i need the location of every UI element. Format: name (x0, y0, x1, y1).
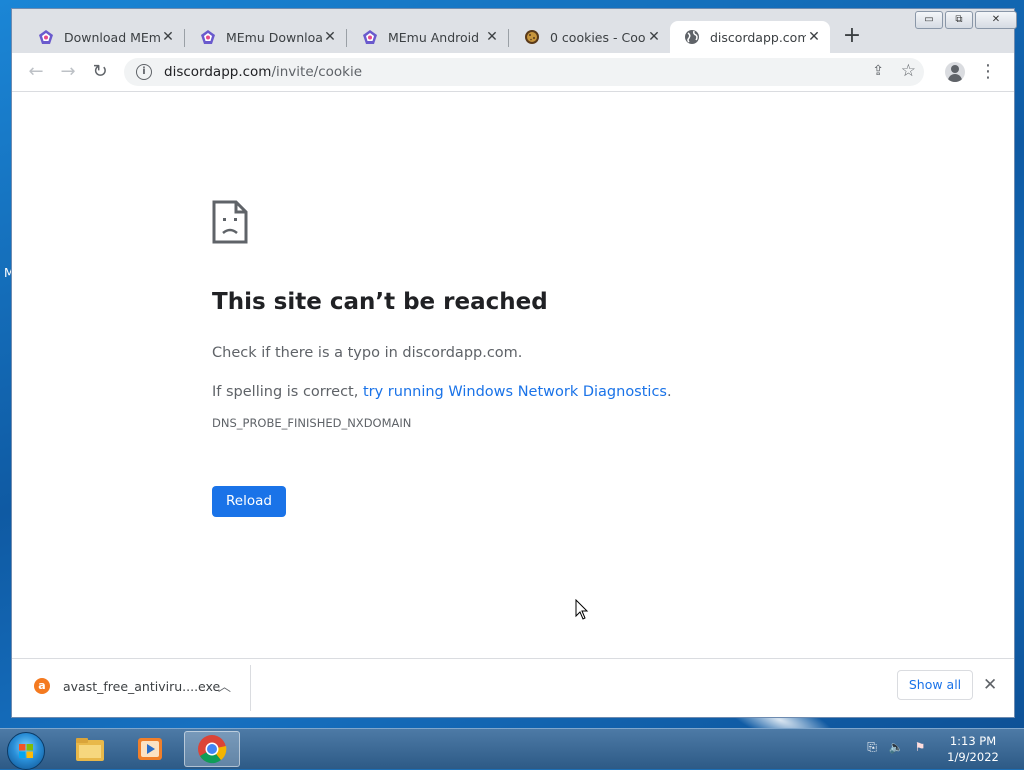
tab-strip: Download MEmu ✕ MEmu Download ✕ MEmu And… (12, 9, 1017, 57)
tab-title: MEmu Download (226, 29, 322, 45)
url-text[interactable]: discordapp.com/invite/cookie (164, 64, 362, 80)
mouse-cursor-icon (575, 599, 589, 620)
shelf-divider (250, 665, 251, 711)
diagnostics-suffix: . (666, 384, 672, 400)
network-diagnostics-link[interactable]: try running Windows Network Diagnostics (363, 384, 667, 400)
action-center-flag-icon[interactable]: ⚑ (912, 739, 928, 755)
volume-icon[interactable]: 🔈 (888, 739, 904, 755)
start-button[interactable] (7, 732, 45, 770)
taskbar-clock[interactable]: 1:13 PM 1/9/2022 (940, 733, 1006, 765)
download-shelf: a avast_free_antiviru....exe ︿ Show all … (12, 658, 1014, 717)
tab-memu-download[interactable]: MEmu Download ✕ (186, 21, 346, 53)
download-file-name: avast_free_antiviru....exe (63, 679, 221, 694)
show-all-downloads-button[interactable]: Show all (897, 670, 973, 700)
taskbar-explorer-button[interactable] (62, 731, 118, 767)
taskbar-chrome-button[interactable] (184, 731, 240, 767)
system-tray: ⎘ 🔈 ⚑ (864, 739, 936, 755)
url-path: /invite/cookie (271, 64, 363, 80)
tab-memu-android[interactable]: MEmu Android Em ✕ (348, 21, 508, 53)
avast-installer-icon: a (34, 678, 50, 694)
reload-icon[interactable]: ↻ (88, 61, 112, 85)
tab-close-icon[interactable]: ✕ (160, 29, 176, 45)
reload-button[interactable]: Reload (212, 486, 286, 517)
site-info-icon[interactable]: i (136, 64, 152, 80)
window-controls: ▭ ⧉ ✕ (915, 11, 1019, 29)
windows-logo-icon (19, 744, 33, 758)
tab-separator (508, 29, 509, 47)
taskbar: ⎘ 🔈 ⚑ 1:13 PM 1/9/2022 (0, 728, 1024, 770)
sad-page-icon (212, 200, 248, 244)
tab-close-icon[interactable]: ✕ (484, 29, 500, 45)
address-bar[interactable]: i discordapp.com/invite/cookie ⇪ ☆ (124, 58, 924, 86)
clock-time: 1:13 PM (949, 734, 997, 748)
diagnostics-prefix: If spelling is correct, (212, 384, 363, 400)
tab-cookies[interactable]: 0 cookies - Cookie ✕ (510, 21, 670, 53)
tab-title: 0 cookies - Cookie (550, 29, 646, 45)
tab-separator (184, 29, 185, 47)
close-shelf-icon[interactable]: ✕ (983, 675, 997, 695)
browser-window: Download MEmu ✕ MEmu Download ✕ MEmu And… (11, 8, 1017, 718)
memu-icon (200, 29, 216, 45)
clock-date: 1/9/2022 (947, 750, 999, 764)
url-host: discordapp.com (164, 64, 272, 80)
page-content: This site can’t be reached Check if ther… (12, 92, 1014, 658)
error-title: This site can’t be reached (212, 289, 548, 315)
download-item[interactable]: a avast_free_antiviru....exe ︿ (12, 659, 250, 717)
chevron-up-icon[interactable]: ︿ (218, 676, 231, 695)
new-tab-button[interactable]: + (840, 25, 864, 49)
error-diagnostics-hint: If spelling is correct, try running Wind… (212, 384, 672, 400)
media-player-icon (138, 738, 162, 760)
back-arrow-icon[interactable]: ← (24, 61, 48, 85)
tab-close-icon[interactable]: ✕ (806, 29, 822, 45)
browser-toolbar: ← → ↻ i discordapp.com/invite/cookie ⇪ ☆… (12, 53, 1014, 92)
taskbar-media-player-button[interactable] (122, 731, 178, 767)
minimize-button[interactable]: ▭ (915, 11, 943, 29)
cookie-icon (524, 29, 540, 45)
share-icon[interactable]: ⇪ (872, 63, 884, 79)
tab-separator (346, 29, 347, 47)
close-window-button[interactable]: ✕ (975, 11, 1017, 29)
tab-close-icon[interactable]: ✕ (646, 29, 662, 45)
tab-download-memu[interactable]: Download MEmu ✕ (24, 21, 184, 53)
error-typo-hint: Check if there is a typo in discordapp.c… (212, 345, 523, 361)
tab-title: MEmu Android Em (388, 29, 484, 45)
folder-icon (76, 738, 104, 761)
error-code: DNS_PROBE_FINISHED_NXDOMAIN (212, 416, 412, 430)
more-menu-icon[interactable]: ⋮ (978, 61, 998, 85)
bookmark-star-icon[interactable]: ☆ (901, 61, 916, 81)
tab-close-icon[interactable]: ✕ (322, 29, 338, 45)
globe-icon (684, 29, 700, 45)
tab-discordapp[interactable]: discordapp.com ✕ (670, 21, 830, 53)
memu-icon (38, 29, 54, 45)
network-icon[interactable]: ⎘ (864, 739, 880, 755)
chrome-icon (198, 735, 227, 764)
memu-icon (362, 29, 378, 45)
tab-title: discordapp.com (710, 29, 806, 45)
maximize-button[interactable]: ⧉ (945, 11, 973, 29)
profile-avatar-icon[interactable] (945, 62, 965, 82)
forward-arrow-icon[interactable]: → (56, 61, 80, 85)
tab-title: Download MEmu (64, 29, 160, 45)
